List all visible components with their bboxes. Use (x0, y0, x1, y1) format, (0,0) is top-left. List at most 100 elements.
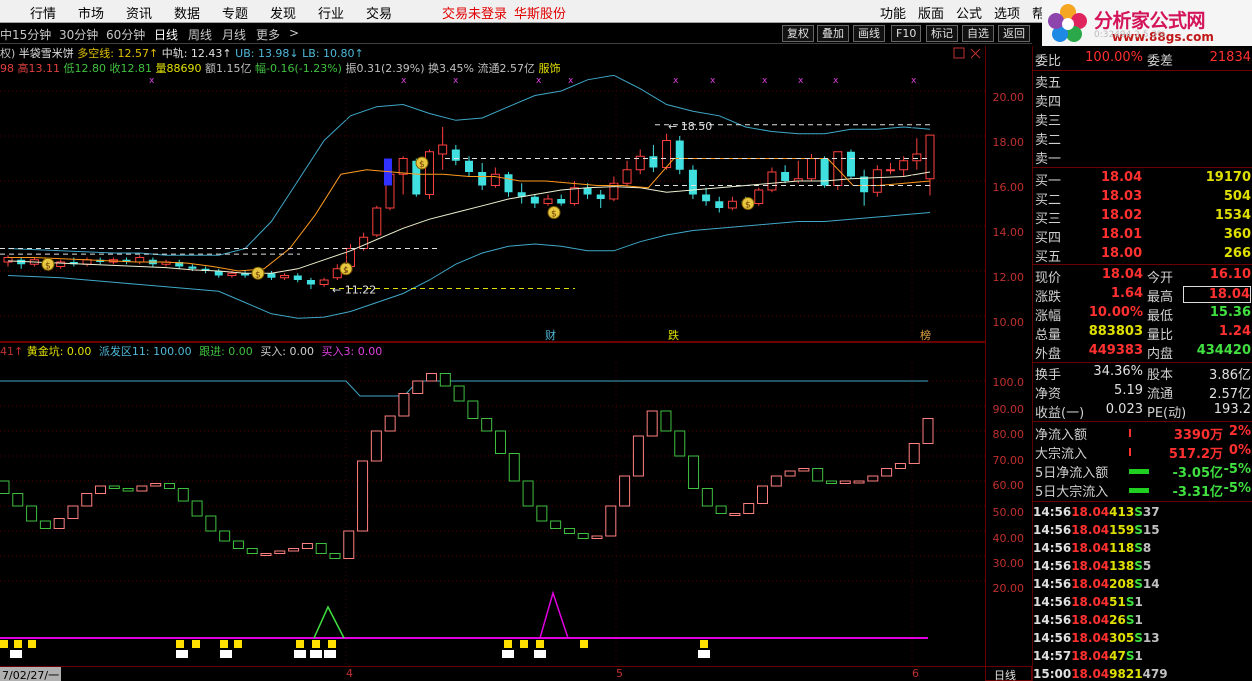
month-mark-6: 6 (912, 667, 919, 680)
period-daily[interactable]: 日线 (154, 26, 178, 43)
candle-body-down (530, 196, 539, 204)
candle-body-up (622, 169, 632, 184)
indicator-bar (757, 485, 769, 504)
bid-label: 买三 (1035, 212, 1062, 227)
bid-label: 买一 (1035, 174, 1062, 189)
candle-body-down (583, 187, 592, 195)
menu-item-trade[interactable]: 交易 (366, 3, 392, 22)
period-indicator[interactable]: 日线 (985, 666, 1032, 681)
draw-line-button[interactable]: 画线 (853, 25, 885, 42)
flow-bar (1129, 429, 1131, 437)
tick-volume: 26 (1109, 613, 1126, 627)
menu-item-topics[interactable]: 专题 (222, 3, 248, 22)
menu-item-function[interactable]: 功能 (880, 3, 906, 22)
tick-side: S (1134, 577, 1143, 591)
indicator-item-1: 派发区11: 100.00 (98, 345, 196, 358)
indicator-bar (136, 485, 148, 492)
broker-name[interactable]: 华斯股份 (514, 3, 566, 22)
period-more[interactable]: 更多 (256, 26, 280, 43)
tick-time: 14:56 (1033, 505, 1072, 519)
price-tick-0: 20.00 (992, 91, 1025, 104)
candle-body-down (478, 172, 487, 186)
menu-item-data[interactable]: 数据 (174, 3, 200, 22)
stat-value-2: 2.57亿 (1209, 387, 1251, 402)
tick-count: 1 (1134, 595, 1143, 609)
tick-side: S (1125, 595, 1135, 609)
candle-body-down (702, 194, 711, 202)
period-monthly[interactable]: 月线 (222, 26, 246, 43)
back-button[interactable]: 返回 (998, 25, 1030, 42)
quote-label-2: 最高 (1147, 290, 1174, 305)
f10-button[interactable]: F10 (891, 25, 922, 42)
candlestick-chart[interactable]: ← 18.50← 11.22$$ $$$$x x x x x x x x x x x财跌榜 (0, 75, 985, 343)
quote-value-2: 16.10 (1209, 267, 1251, 282)
flow-label: 5日净流入额 (1035, 466, 1109, 481)
flow-pct: -5% (1223, 481, 1251, 496)
price-stat-3: 收12.81 (109, 62, 156, 75)
candle-body-up (398, 158, 408, 175)
tick-price: 18.04 (1071, 523, 1110, 537)
indicator-item-3: 买入: 0.00 (260, 345, 318, 358)
candle-body-down (267, 273, 276, 278)
quote-value-2: 18.04 (1183, 286, 1251, 303)
tick-time: 14:56 (1033, 595, 1072, 609)
flow-label: 净流入额 (1035, 428, 1088, 443)
tick-count: 479 (1142, 667, 1168, 681)
ask-row-4: 卖一 (1033, 148, 1252, 167)
bid-volume: 504 (1223, 189, 1251, 204)
indicator-bar (246, 548, 258, 554)
stat-value-2: 3.86亿 (1209, 368, 1251, 383)
restore-rights-button[interactable]: 复权 (782, 25, 814, 42)
signal-x-marker: x (798, 76, 804, 86)
more-arrow-icon[interactable]: > (289, 26, 299, 40)
money-bag-symbol: $ (551, 210, 557, 220)
tick-price: 18.04 (1071, 595, 1110, 609)
menu-item-industry[interactable]: 行业 (318, 3, 344, 22)
tick-volume: 51 (1109, 595, 1126, 609)
trade-login-status[interactable]: 交易未登录 (442, 3, 507, 22)
indicator-tick-4: 60.00 (992, 479, 1025, 492)
candle-body-down (846, 151, 855, 177)
quote-value: 18.04 (1101, 267, 1143, 282)
tick-time: 14:56 (1033, 631, 1072, 645)
signal-x-marker: x (673, 76, 679, 86)
stat-label: 净资 (1035, 387, 1062, 402)
signal-x-marker: x (401, 76, 407, 86)
flow-pct: 2% (1228, 424, 1251, 439)
indicator-info-line: 权) 半袋雪米饼 多空线: 12.57↑ 中轨: 12.43↑ UB: 13.9… (0, 45, 990, 60)
tick-time: 14:56 (1033, 559, 1072, 573)
period-lead[interactable]: 中 (0, 26, 12, 43)
bid-price: 18.03 (1101, 189, 1143, 204)
quote-label-2: 内盘 (1147, 347, 1174, 362)
overlay-button[interactable]: 叠加 (817, 25, 849, 42)
tick-price: 18.04 (1071, 577, 1110, 591)
ask-label: 卖三 (1035, 114, 1062, 129)
stat-label: 换手 (1035, 368, 1062, 383)
menu-item-discover[interactable]: 发现 (270, 3, 296, 22)
stat-value-2: 193.2 (1213, 402, 1251, 417)
menu-item-options[interactable]: 选项 (994, 3, 1020, 22)
flower-logo-icon (1048, 4, 1087, 42)
mark-button[interactable]: 标记 (926, 25, 958, 42)
period-60min[interactable]: 60分钟 (106, 26, 145, 43)
menu-item-market-quotes[interactable]: 行情 (30, 3, 56, 22)
menu-item-formula[interactable]: 公式 (956, 3, 982, 22)
indicator-bar (922, 418, 934, 444)
indicator-item-4: 买入3: 0.00 (321, 345, 383, 358)
menu-item-layout[interactable]: 版面 (918, 3, 944, 22)
menu-item-news[interactable]: 资讯 (126, 3, 152, 22)
tick-count: 14 (1142, 577, 1160, 591)
bid-price: 18.01 (1101, 227, 1143, 242)
window-control-icons[interactable] (953, 47, 983, 59)
menu-item-market[interactable]: 市场 (78, 3, 104, 22)
indicator-chart[interactable] (0, 359, 985, 666)
signal-square-yellow (700, 640, 708, 648)
watchlist-button[interactable]: 自选 (962, 25, 994, 42)
tick-side: S (1134, 541, 1143, 555)
period-30min[interactable]: 30分钟 (59, 26, 98, 43)
date-axis: 7/02/27/一 4 5 6 (0, 666, 985, 681)
indicator-bar (577, 533, 589, 539)
period-15min[interactable]: 15分钟 (12, 26, 51, 43)
period-weekly[interactable]: 周线 (188, 26, 212, 43)
candle-body-down (504, 174, 513, 193)
